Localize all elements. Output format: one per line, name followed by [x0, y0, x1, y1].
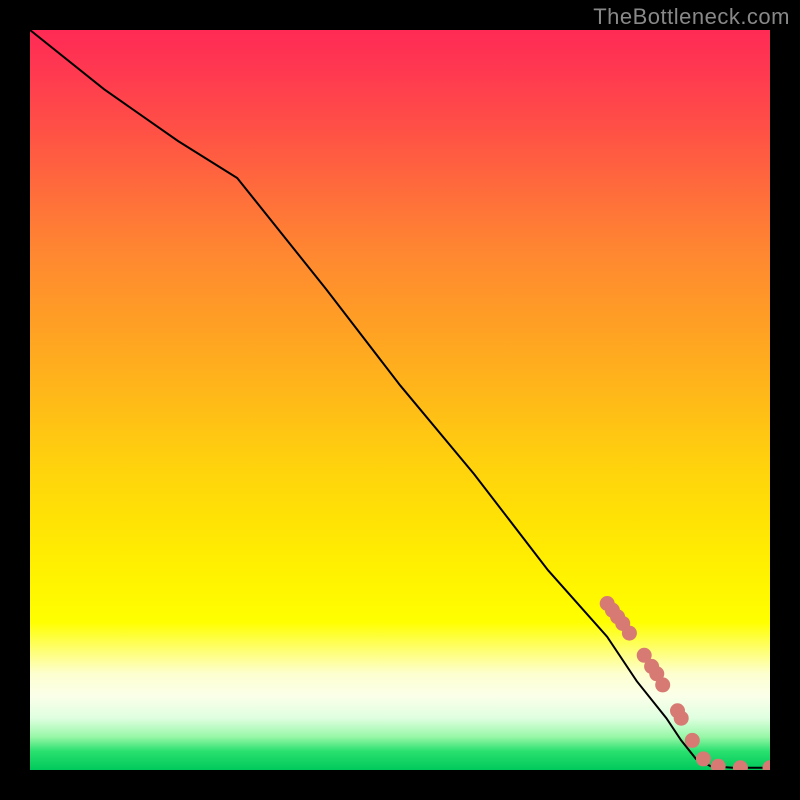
marker-point: [733, 760, 748, 770]
marker-point: [763, 760, 771, 770]
marker-point: [655, 677, 670, 692]
marker-point: [685, 733, 700, 748]
marker-point: [711, 759, 726, 770]
data-curve: [30, 30, 770, 768]
chart-svg: [30, 30, 770, 770]
watermark-text: TheBottleneck.com: [593, 4, 790, 30]
marker-point: [696, 751, 711, 766]
chart-frame: TheBottleneck.com: [0, 0, 800, 800]
marker-point: [622, 626, 637, 641]
marker-point: [674, 711, 689, 726]
